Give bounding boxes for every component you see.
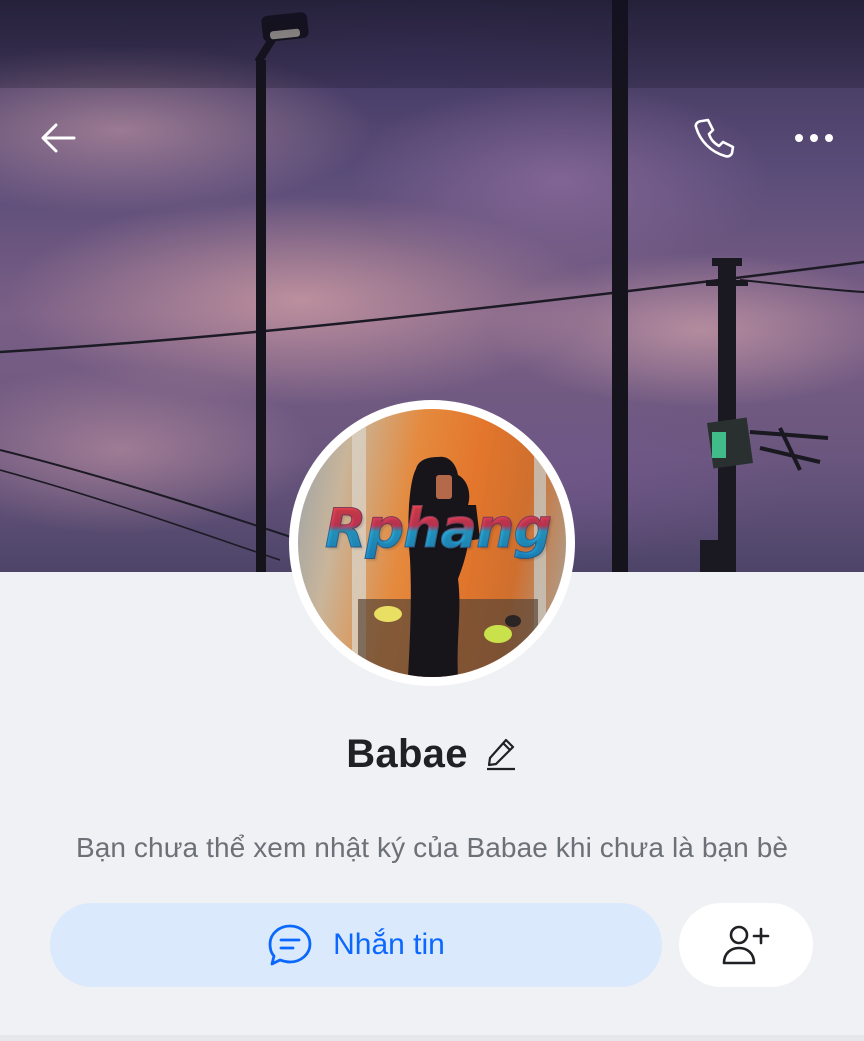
phone-icon <box>694 118 735 158</box>
add-user-icon <box>722 925 770 965</box>
chat-bubble-icon <box>268 924 312 966</box>
profile-name: Babae <box>346 731 468 776</box>
avatar[interactable]: Rphang <box>289 400 575 686</box>
add-friend-button[interactable] <box>679 903 813 987</box>
edit-name-button[interactable] <box>484 737 518 771</box>
back-button[interactable] <box>28 108 88 168</box>
avatar-photo: Rphang <box>298 409 566 677</box>
more-horizontal-icon <box>795 134 833 142</box>
pencil-icon <box>486 738 515 771</box>
message-button[interactable]: Nhắn tin <box>50 903 662 987</box>
top-shade <box>0 0 864 88</box>
name-row: Babae <box>0 726 864 782</box>
more-button[interactable] <box>784 108 844 168</box>
diary-locked-notice: Bạn chưa thể xem nhật ký của Babae khi c… <box>75 832 789 863</box>
arrow-left-icon <box>41 123 76 153</box>
bottom-divider <box>0 1035 864 1041</box>
avatar-scene <box>352 409 546 677</box>
message-button-label: Nhắn tin <box>333 928 445 961</box>
call-button[interactable] <box>684 108 744 168</box>
